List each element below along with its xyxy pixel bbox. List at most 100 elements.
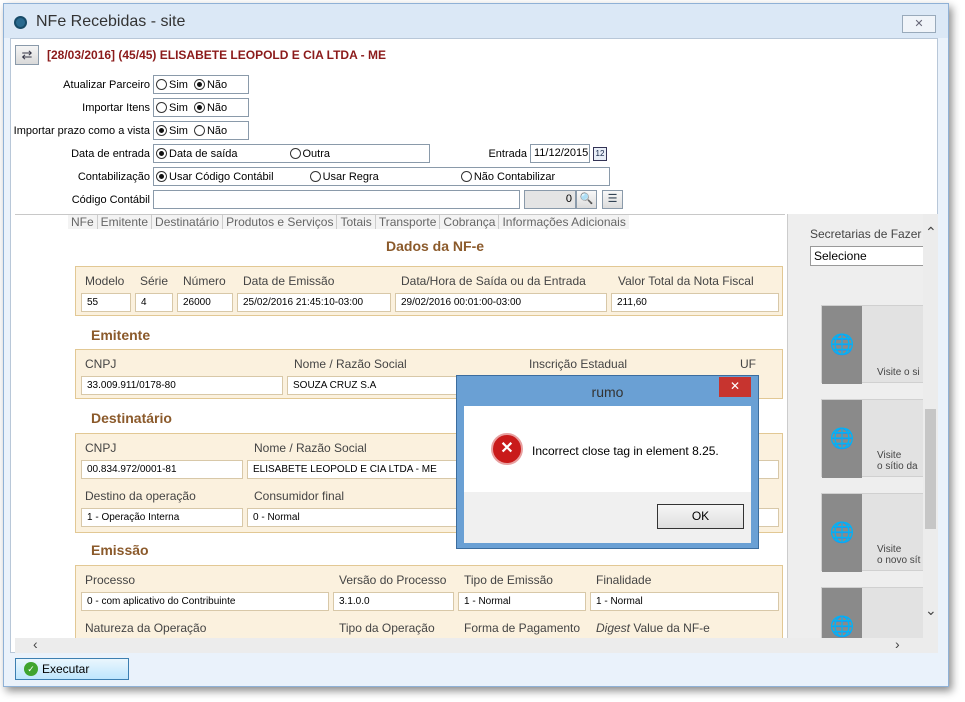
radio-data-saida[interactable]: Data de saída xyxy=(156,148,238,160)
label-modelo: Modelo xyxy=(85,274,125,288)
entrada-date-field[interactable]: 11/12/2015 xyxy=(530,144,590,163)
vertical-scrollbar[interactable]: ⌃ ⌄ xyxy=(923,214,938,638)
label-data-entrada: Data de entrada xyxy=(71,147,150,160)
label-tipo-operacao: Tipo da Operação xyxy=(339,621,435,635)
secretaria-card-4[interactable]: 🌐 xyxy=(821,587,937,638)
label-data-emissao: Data de Emissão xyxy=(243,274,335,288)
radio-outra[interactable]: Outra xyxy=(289,148,330,160)
globe-icon: 🌐 xyxy=(822,494,862,572)
horizontal-scrollbar[interactable]: ‹ › xyxy=(15,636,938,653)
calendar-icon[interactable]: 12 xyxy=(593,146,607,161)
codigo-contabil-field[interactable] xyxy=(153,190,520,209)
radio-prazo-sim[interactable]: Sim xyxy=(156,125,188,137)
scroll-thumb[interactable] xyxy=(925,409,936,529)
tab-emitente[interactable]: Emitente xyxy=(96,215,152,229)
row-contabilizacao: Contabilização Usar Código Contábil Usar… xyxy=(11,167,610,186)
radio-importar-sim[interactable]: Sim xyxy=(156,102,188,114)
label-emitente-nome: Nome / Razão Social xyxy=(294,357,407,371)
row-atualizar-parceiro: Atualizar Parceiro Sim Não xyxy=(11,75,249,94)
dialog-body: ✕ Incorrect close tag in element 8.25. O… xyxy=(464,406,751,543)
label-natureza: Natureza da Operação xyxy=(85,621,207,635)
list-icon[interactable]: ☰ xyxy=(602,190,623,209)
radio-nao-contabilizar[interactable]: Não Contabilizar xyxy=(460,171,555,183)
radio-usar-regra[interactable]: Usar Regra xyxy=(309,171,379,183)
secretaria-card-2[interactable]: 🌐 Visite o sítio da xyxy=(821,399,937,478)
label-numero: Número xyxy=(183,274,226,288)
scroll-up-icon[interactable]: ⌃ xyxy=(925,224,937,241)
section-title-emissao: Emissão xyxy=(91,542,149,558)
label-entrada: Entrada xyxy=(488,147,527,160)
label-emitente-ie: Inscrição Estadual xyxy=(529,357,628,371)
tab-info-adicionais[interactable]: Informações Adicionais xyxy=(498,215,629,229)
label-digest: Digest Value da NF-e xyxy=(596,621,710,635)
globe-icon: 🌐 xyxy=(822,400,862,478)
value-emitente-cnpj: 33.009.911/0178-80 xyxy=(81,376,283,395)
tab-transporte[interactable]: Transporte xyxy=(374,215,440,229)
section-title-dados: Dados da NF-e xyxy=(386,238,485,254)
label-dest-cnpj: CNPJ xyxy=(85,441,117,455)
codigo-number-field[interactable]: 0 xyxy=(524,190,576,209)
secretaria-card-1[interactable]: 🌐 Visite o si xyxy=(821,305,937,384)
label-emitente-cnpj: CNPJ xyxy=(85,357,117,371)
radio-atualizar-nao[interactable]: Não xyxy=(193,79,227,91)
executar-button[interactable]: ✓ Executar xyxy=(15,658,129,680)
card3-text-1: Visite xyxy=(877,544,902,555)
value-finalidade: 1 - Normal xyxy=(590,592,779,611)
tab-totais[interactable]: Totais xyxy=(336,215,375,229)
card2-text-1: Visite xyxy=(877,450,902,461)
swap-arrows-icon[interactable]: ⇄ xyxy=(15,45,39,65)
radio-group-data-entrada: Data de saída Outra xyxy=(153,144,430,163)
label-emitente-uf: UF xyxy=(740,357,756,371)
globe-icon: 🌐 xyxy=(822,306,862,384)
section-title-emitente: Emitente xyxy=(91,327,151,343)
window-close-button[interactable]: ✕ xyxy=(902,15,936,33)
card1-text: Visite o si xyxy=(877,367,920,378)
radio-prazo-nao[interactable]: Não xyxy=(193,125,227,137)
scroll-right-icon[interactable]: › xyxy=(895,636,900,652)
label-contabilizacao: Contabilização xyxy=(77,170,150,183)
main-window: NFe Recebidas - site ✕ ⇄ [28/03/2016] (4… xyxy=(3,3,949,687)
radio-group-contabilizacao: Usar Código Contábil Usar Regra Não Cont… xyxy=(153,167,610,186)
check-icon: ✓ xyxy=(24,662,38,676)
tab-nfe[interactable]: NFe xyxy=(68,215,97,229)
radio-usar-codigo[interactable]: Usar Código Contábil xyxy=(156,171,274,183)
window-title: NFe Recebidas - site xyxy=(36,13,186,30)
tab-cobranca[interactable]: Cobrança xyxy=(439,215,499,229)
secretaria-card-3[interactable]: 🌐 Visite o novo sít xyxy=(821,493,937,572)
value-numero: 26000 xyxy=(177,293,233,312)
radio-group-importar-itens: Sim Não xyxy=(153,98,249,117)
label-destino-operacao: Destino da operação xyxy=(85,489,196,503)
secretarias-panel: Secretarias de Fazer Selecione 🌐 Visite … xyxy=(787,214,937,638)
ok-button[interactable]: OK xyxy=(657,504,744,529)
search-icon[interactable]: 🔍 xyxy=(576,190,597,209)
record-header: ⇄ [28/03/2016] (45/45) ELISABETE LEOPOLD… xyxy=(15,43,386,67)
nfe-tabs: NFe Emitente Destinatário Produtos e Serviç… xyxy=(68,215,629,229)
value-modelo: 55 xyxy=(81,293,131,312)
label-dest-nome: Nome / Razão Social xyxy=(254,441,367,455)
value-serie: 4 xyxy=(135,293,173,312)
radio-importar-nao[interactable]: Não xyxy=(193,102,227,114)
label-data-saida: Data/Hora de Saída ou da Entrada xyxy=(401,274,586,288)
tab-destinatario[interactable]: Destinatário xyxy=(151,215,223,229)
app-logo-icon xyxy=(14,16,27,29)
tab-produtos[interactable]: Produtos e Serviços xyxy=(222,215,337,229)
executar-label: Executar xyxy=(42,662,90,676)
error-dialog: rumo ✕ ✕ Incorrect close tag in element … xyxy=(456,375,759,549)
dialog-message: Incorrect close tag in element 8.25. xyxy=(532,444,719,458)
radio-atualizar-sim[interactable]: Sim xyxy=(156,79,188,91)
radio-group-importar-prazo: Sim Não xyxy=(153,121,249,140)
scroll-left-icon[interactable]: ‹ xyxy=(33,636,38,652)
scroll-down-icon[interactable]: ⌄ xyxy=(925,602,937,619)
section-title-destinatario: Destinatário xyxy=(91,410,172,426)
value-versao: 3.1.0.0 xyxy=(333,592,454,611)
label-importar-prazo: Importar prazo como a vista xyxy=(13,124,150,137)
value-data-emissao: 25/02/2016 21:45:10-03:00 xyxy=(237,293,391,312)
label-versao: Versão do Processo xyxy=(339,573,447,587)
secretarias-select[interactable]: Selecione xyxy=(810,246,930,266)
dialog-close-button[interactable]: ✕ xyxy=(719,377,751,397)
label-serie: Série xyxy=(140,274,169,288)
title-bar: NFe Recebidas - site ✕ xyxy=(4,4,948,38)
row-codigo-contabil: Código Contábil 0 🔍 ☰ xyxy=(11,190,623,209)
value-data-saida: 29/02/2016 00:01:00-03:00 xyxy=(395,293,607,312)
label-tipo-emissao: Tipo de Emissão xyxy=(464,573,553,587)
